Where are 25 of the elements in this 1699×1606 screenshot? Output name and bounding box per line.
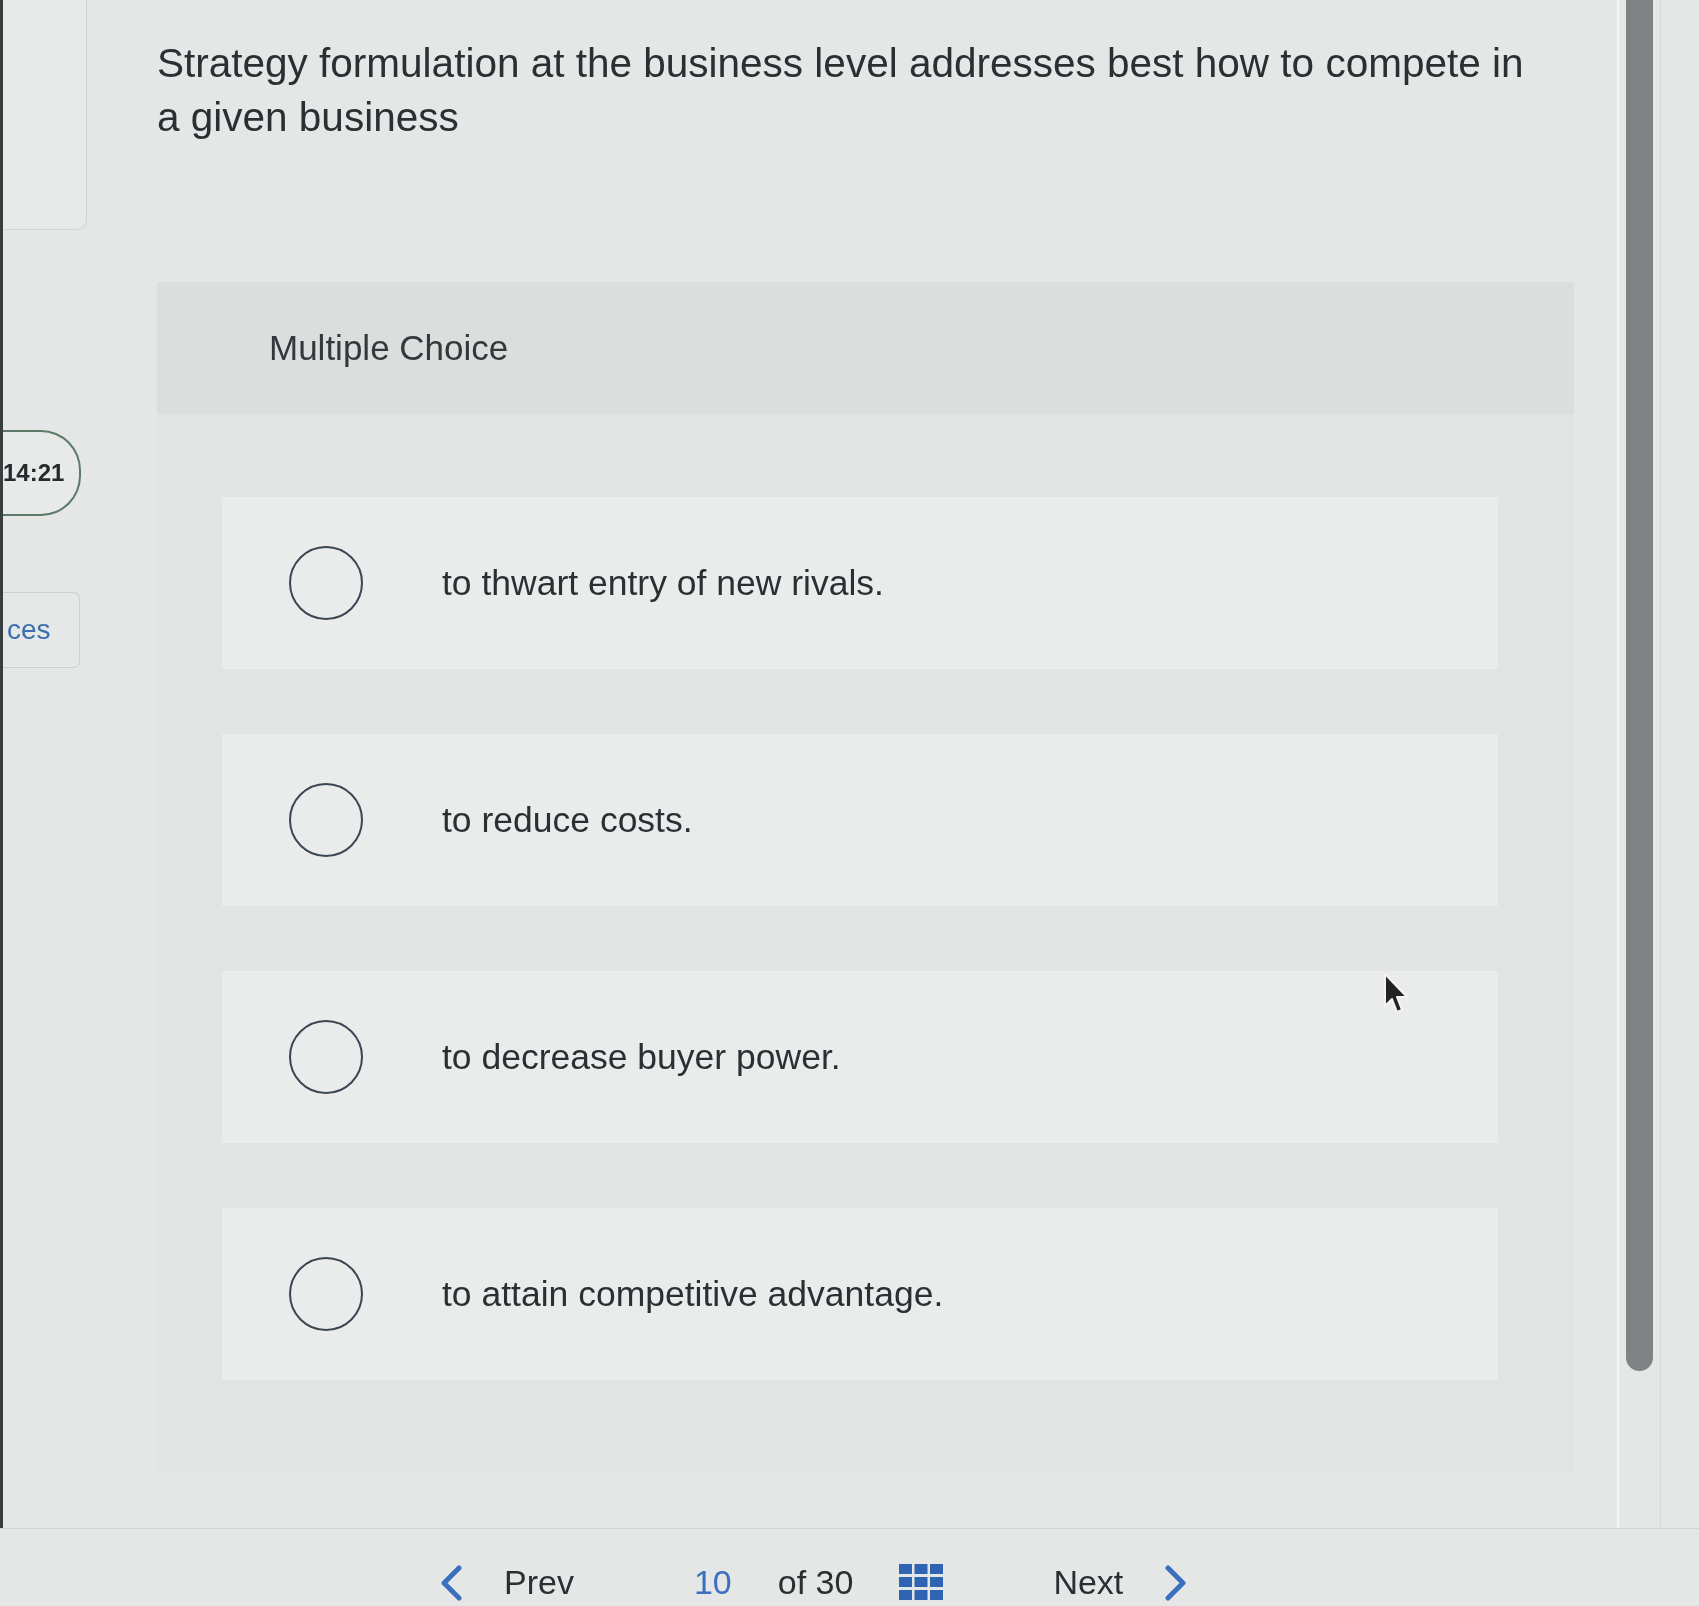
question-prompt: Strategy formulation at the business level addresses best how to compete in a given business — [157, 39, 1525, 142]
option-label: to attain competitive advantage. — [442, 1273, 944, 1315]
mouse-pointer-icon — [1383, 972, 1409, 1016]
current-page: 10 — [693, 1563, 732, 1602]
prev-button[interactable]: Prev — [440, 1563, 574, 1602]
radio-button[interactable] — [289, 1257, 363, 1331]
option-label: to decrease buyer power. — [442, 1036, 841, 1078]
radio-button[interactable] — [289, 783, 363, 857]
chevron-right-icon — [1165, 1564, 1188, 1601]
question-type: Multiple Choice — [269, 328, 509, 368]
radio-button[interactable] — [289, 1020, 363, 1094]
option-label: to reduce costs. — [442, 799, 693, 841]
timer: 14:21 — [3, 430, 81, 516]
page-total: of 30 — [777, 1563, 854, 1602]
next-button[interactable]: Next — [1053, 1563, 1188, 1602]
radio-button[interactable] — [289, 546, 363, 620]
grid-icon[interactable] — [899, 1564, 944, 1600]
sidebar-button[interactable]: ces — [3, 592, 80, 668]
answer-option[interactable]: to thwart entry of new rivals. — [222, 497, 1498, 669]
answer-option[interactable]: to decrease buyer power. — [222, 971, 1498, 1143]
answer-option[interactable]: to attain competitive advantage. — [222, 1208, 1498, 1380]
chevron-left-icon — [440, 1564, 462, 1601]
scrollbar-thumb[interactable] — [1626, 0, 1653, 1371]
option-label: to thwart entry of new rivals. — [442, 562, 884, 604]
answer-option[interactable]: to reduce costs. — [222, 734, 1498, 906]
